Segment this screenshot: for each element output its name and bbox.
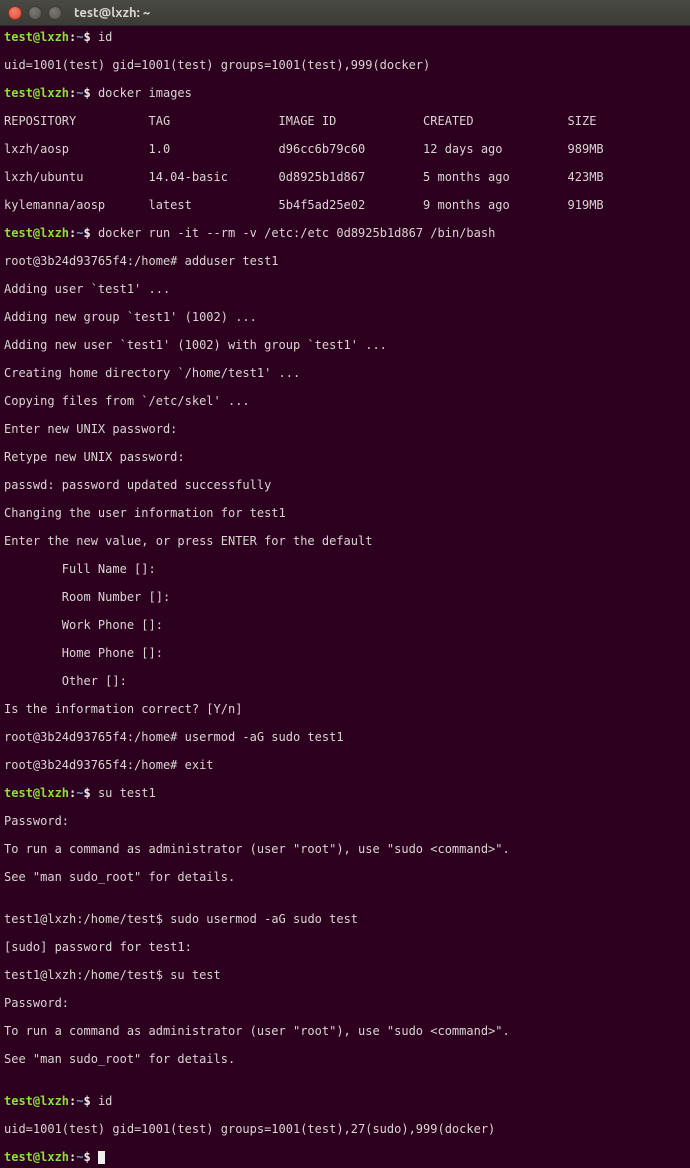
- out-line: Other []:: [4, 674, 684, 688]
- close-icon[interactable]: [8, 6, 22, 20]
- table-row: kylemanna/aosp latest 5b4f5ad25e02 9 mon…: [4, 198, 684, 212]
- out-line: Adding new group `test1' (1002) ...: [4, 310, 684, 324]
- out-line: passwd: password updated successfully: [4, 478, 684, 492]
- cmd-su-test: su test: [163, 968, 221, 982]
- out-line: Changing the user information for test1: [4, 506, 684, 520]
- prompt-dollar: $: [84, 30, 91, 44]
- cmd-su-test1: su test1: [91, 786, 156, 800]
- window-title: test@lxzh: ~: [74, 6, 150, 20]
- out-line: Copying files from `/etc/skel' ...: [4, 394, 684, 408]
- cmd-id: id: [91, 30, 113, 44]
- out-line: See "man sudo_root" for details.: [4, 1052, 684, 1066]
- terminal-output[interactable]: test@lxzh:~$ id uid=1001(test) gid=1001(…: [0, 26, 690, 1168]
- out-line: [sudo] password for test1:: [4, 940, 684, 954]
- out-line: Adding user `test1' ...: [4, 282, 684, 296]
- root-prompt: root@3b24d93765f4:/home#: [4, 254, 177, 268]
- table-header: REPOSITORY TAG IMAGE ID CREATED SIZE: [4, 114, 684, 128]
- table-row: lxzh/aosp 1.0 d96cc6b79c60 12 days ago 9…: [4, 142, 684, 156]
- out-line: See "man sudo_root" for details.: [4, 870, 684, 884]
- out-line: Full Name []:: [4, 562, 684, 576]
- out-line: Adding new user `test1' (1002) with grou…: [4, 338, 684, 352]
- prompt-path: ~: [76, 30, 83, 44]
- cmd-usermod1: usermod -aG sudo test1: [177, 730, 343, 744]
- out-line: Work Phone []:: [4, 618, 684, 632]
- out-line: Enter new UNIX password:: [4, 422, 684, 436]
- out-line: Room Number []:: [4, 590, 684, 604]
- cmd-sudo-usermod: sudo usermod -aG sudo test: [163, 912, 358, 926]
- cmd-exit: exit: [177, 758, 213, 772]
- cmd-id2: id: [91, 1094, 113, 1108]
- out-line: Password:: [4, 996, 684, 1010]
- cmd-docker-images: docker images: [91, 86, 192, 100]
- out-line: Home Phone []:: [4, 646, 684, 660]
- out-line: To run a command as administrator (user …: [4, 842, 684, 856]
- out-line: Password:: [4, 814, 684, 828]
- out-line: Retype new UNIX password:: [4, 450, 684, 464]
- cursor: [98, 1151, 105, 1164]
- out-line: Creating home directory `/home/test1' ..…: [4, 366, 684, 380]
- cmd-docker-run: docker run -it --rm -v /etc:/etc 0d8925b…: [91, 226, 496, 240]
- out-id1: uid=1001(test) gid=1001(test) groups=100…: [4, 58, 684, 72]
- out-line: To run a command as administrator (user …: [4, 1024, 684, 1038]
- out-line: Enter the new value, or press ENTER for …: [4, 534, 684, 548]
- table-row: lxzh/ubuntu 14.04-basic 0d8925b1d867 5 m…: [4, 170, 684, 184]
- window-controls: [8, 6, 62, 20]
- titlebar: test@lxzh: ~: [0, 0, 690, 26]
- minimize-icon[interactable]: [28, 6, 42, 20]
- out-id2: uid=1001(test) gid=1001(test) groups=100…: [4, 1122, 684, 1136]
- prompt-user: test@lxzh: [4, 30, 69, 44]
- maximize-icon[interactable]: [48, 6, 62, 20]
- out-line: Is the information correct? [Y/n]: [4, 702, 684, 716]
- prompt-test1: test1@lxzh:/home/test$: [4, 912, 163, 926]
- cmd-adduser: adduser test1: [177, 254, 278, 268]
